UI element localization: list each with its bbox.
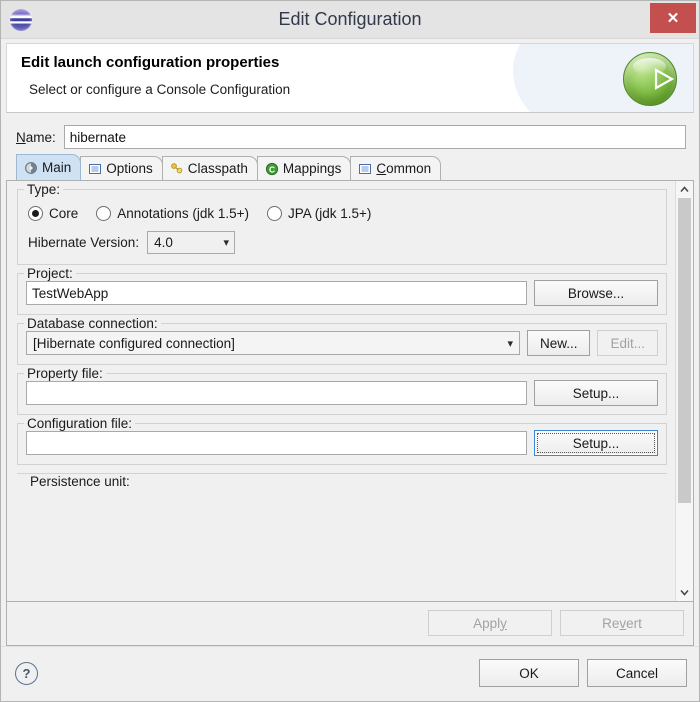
apply-button: Appl y — [428, 610, 552, 636]
tab-main[interactable]: Main — [16, 154, 82, 180]
property-file-group: Property file: Setup... — [17, 366, 667, 415]
project-group-legend: Project: — [24, 266, 76, 281]
configuration-file-group: Configuration file: Setup... — [17, 416, 667, 465]
configuration-file-setup-button[interactable]: Setup... — [534, 430, 658, 456]
tab-bar: Main Options Classpath C Mappings Common — [6, 154, 694, 181]
tab-classpath-label: Classpath — [187, 161, 248, 176]
chevron-down-icon: ▾ — [507, 337, 513, 350]
revert-button: Re v ert — [560, 610, 684, 636]
form-scroll-pane: Type: Core Annotations (jdk 1.5+) JPA (j… — [6, 181, 694, 602]
configuration-file-legend: Configuration file: — [24, 416, 136, 431]
hibernate-version-row: Hibernate Version: 4.0 ▾ — [28, 231, 658, 254]
edit-configuration-dialog: Edit Configuration ✕ Edit launch configu… — [0, 0, 700, 702]
radio-annotations-label: Annotations (jdk 1.5+) — [117, 206, 249, 221]
green-run-play-icon — [623, 52, 677, 106]
hibernate-sphere-icon — [10, 8, 32, 31]
tab-classpath[interactable]: Classpath — [161, 156, 258, 180]
play-triangle — [644, 67, 675, 91]
scroll-up-icon[interactable] — [676, 181, 693, 198]
scrollbar-track[interactable] — [676, 198, 693, 584]
name-input[interactable]: hibernate — [63, 125, 686, 149]
ok-button[interactable]: OK — [479, 659, 579, 687]
property-file-setup-button[interactable]: Setup... — [534, 380, 658, 406]
tab-common[interactable]: Common — [350, 156, 442, 180]
tab-main-label: Main — [42, 160, 72, 175]
project-group: Project: TestWebApp Browse... — [17, 266, 667, 315]
database-connection-value: [Hibernate configured connection] — [33, 335, 235, 351]
tab-mappings-label: Mappings — [282, 161, 342, 176]
title-bar: Edit Configuration ✕ — [1, 1, 699, 39]
tab-mappings[interactable]: C Mappings — [256, 156, 352, 180]
type-group: Type: Core Annotations (jdk 1.5+) JPA (j… — [17, 182, 667, 265]
new-connection-button[interactable]: New... — [526, 330, 591, 356]
classpath-folder-icon — [170, 162, 184, 176]
apply-revert-row: Appl y Re v ert — [6, 602, 694, 646]
form-content: Type: Core Annotations (jdk 1.5+) JPA (j… — [7, 181, 675, 601]
common-list-icon — [358, 162, 372, 176]
radio-jpa-label: JPA (jdk 1.5+) — [287, 206, 372, 221]
radio-core[interactable] — [28, 206, 43, 221]
edit-connection-button: Edit... — [597, 330, 658, 356]
database-connection-row: [Hibernate configured connection] ▾ New.… — [26, 330, 658, 356]
browse-button[interactable]: Browse... — [534, 280, 658, 306]
tab-common-label: Common — [376, 161, 432, 176]
name-row: Name: hibernate — [6, 119, 694, 155]
database-connection-select[interactable]: [Hibernate configured connection] ▾ — [26, 331, 520, 355]
database-connection-legend: Database connection: — [24, 316, 161, 331]
play-triangle-svg — [654, 68, 675, 90]
mappings-c-icon: C — [265, 162, 279, 176]
radio-jpa[interactable] — [266, 206, 282, 221]
hibernate-version-value: 4.0 — [154, 235, 173, 250]
dialog-body: Name: hibernate Main Options Classpath C… — [6, 119, 694, 646]
question-mark-icon[interactable]: ? — [15, 661, 38, 685]
options-list-icon — [88, 162, 102, 176]
chevron-down-icon: ▾ — [223, 237, 230, 249]
cancel-button[interactable]: Cancel — [587, 659, 687, 687]
page-title: Edit launch configuration properties — [21, 54, 280, 71]
hibernate-version-select[interactable]: 4.0 ▾ — [147, 231, 236, 254]
tab-options[interactable]: Options — [80, 156, 163, 180]
close-icon[interactable]: ✕ — [650, 3, 696, 33]
persistence-unit-legend: Persistence unit: — [27, 474, 133, 489]
type-radio-row: Core Annotations (jdk 1.5+) JPA (jdk 1.5… — [28, 206, 658, 221]
header-banner: Edit launch configuration properties Sel… — [6, 43, 694, 113]
project-input[interactable]: TestWebApp — [26, 281, 527, 305]
svg-text:C: C — [269, 164, 275, 174]
scroll-down-icon[interactable] — [676, 584, 693, 601]
tab-options-label: Options — [106, 161, 153, 176]
hibernate-version-label: Hibernate Version: — [28, 235, 140, 250]
property-file-row: Setup... — [26, 380, 658, 406]
property-file-legend: Property file: — [24, 366, 106, 381]
configuration-file-row: Setup... — [26, 430, 658, 456]
name-label: Name: — [16, 129, 56, 145]
type-group-legend: Type: — [24, 182, 64, 197]
project-row: TestWebApp Browse... — [26, 280, 658, 306]
page-subtitle: Select or configure a Console Configurat… — [29, 82, 291, 97]
main-refresh-icon — [24, 161, 38, 175]
persistence-unit-group: Persistence unit: — [17, 473, 667, 489]
radio-core-label: Core — [49, 206, 79, 221]
database-connection-group: Database connection: [Hibernate configur… — [17, 316, 667, 365]
scrollbar-thumb[interactable] — [678, 198, 691, 503]
property-file-input[interactable] — [26, 381, 527, 405]
configuration-file-input[interactable] — [26, 431, 527, 455]
form-vertical-scrollbar[interactable] — [675, 181, 693, 601]
dialog-footer: ? OK Cancel — [1, 646, 699, 701]
window-title: Edit Configuration — [278, 9, 422, 29]
radio-annotations[interactable] — [96, 206, 112, 221]
